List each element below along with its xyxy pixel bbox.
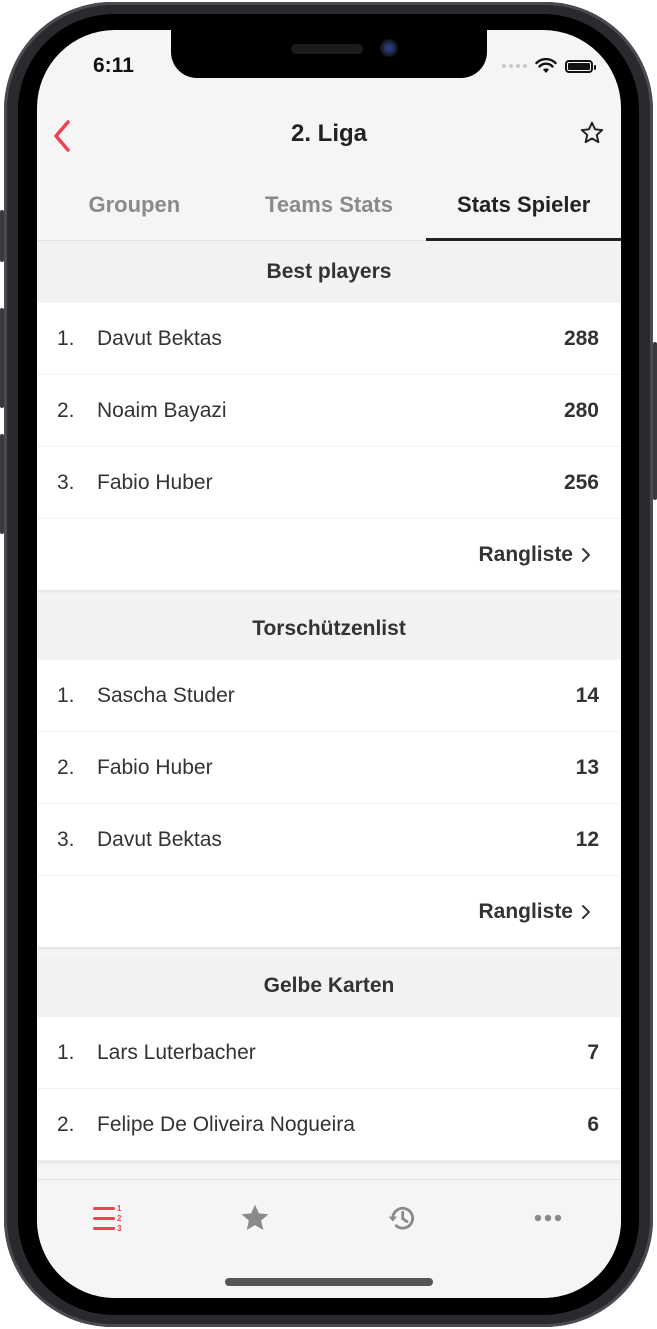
segment-tabs: Groupen Teams Stats Stats Spieler <box>37 180 621 241</box>
tab-teams-stats[interactable]: Teams Stats <box>232 180 427 240</box>
volume-up-button <box>0 308 4 408</box>
status-time: 6:11 <box>93 54 134 77</box>
player-name: Davut Bektas <box>97 326 222 350</box>
player-value: 6 <box>587 1112 599 1136</box>
list-item[interactable]: 1. Davut Bektas 288 <box>37 303 621 375</box>
rank: 3. <box>57 827 75 851</box>
rank: 1. <box>57 326 75 350</box>
section-best-players: Best players 1. Davut Bektas 288 2. Noai… <box>37 241 621 590</box>
list-item[interactable]: 2. Noaim Bayazi 280 <box>37 375 621 447</box>
tab-stats-spieler[interactable]: Stats Spieler <box>426 180 621 241</box>
star-outline-icon <box>580 121 604 144</box>
player-value: 256 <box>563 470 599 494</box>
rangliste-label: Rangliste <box>478 542 573 566</box>
list-item[interactable]: 3. Davut Bektas 12 <box>37 804 621 876</box>
section-header: Torschützenlist <box>37 598 621 660</box>
mute-switch <box>0 210 4 262</box>
svg-text:3: 3 <box>117 1224 122 1233</box>
player-name: Felipe De Oliveira Nogueira <box>97 1112 355 1136</box>
wifi-icon <box>535 58 557 73</box>
rank: 1. <box>57 683 75 707</box>
history-icon <box>388 1206 415 1230</box>
tab-groupen[interactable]: Groupen <box>37 180 232 240</box>
player-value: 7 <box>587 1040 599 1064</box>
home-indicator[interactable] <box>225 1278 433 1286</box>
camera <box>380 39 398 57</box>
volume-down-button <box>0 434 4 534</box>
tabbar-item-rankings[interactable]: 1 2 3 <box>89 1200 129 1236</box>
power-button <box>653 342 657 500</box>
rank: 2. <box>57 1112 75 1136</box>
section-header: Gelbe Karten <box>37 955 621 1017</box>
signal-icon <box>502 64 527 68</box>
rank: 1. <box>57 1040 75 1064</box>
ranking-list-icon: 1 2 3 <box>93 1204 122 1233</box>
rank: 2. <box>57 755 75 779</box>
list-item[interactable]: 2. Fabio Huber 13 <box>37 732 621 804</box>
favorite-button[interactable] <box>579 120 607 148</box>
notch <box>171 30 487 78</box>
rank: 3. <box>57 470 75 494</box>
player-name: Lars Luterbacher <box>97 1040 256 1064</box>
tabbar-item-more[interactable] <box>528 1200 568 1236</box>
player-name: Noaim Bayazi <box>97 398 227 422</box>
status-icons <box>502 58 596 74</box>
svg-text:2: 2 <box>117 1214 122 1223</box>
section-torschuetzenlist: Torschützenlist 1. Sascha Studer 14 2. F… <box>37 598 621 947</box>
rangliste-link[interactable]: Rangliste <box>37 876 621 947</box>
tabbar-item-favorites[interactable] <box>235 1200 275 1236</box>
section-header: Best players <box>37 241 621 303</box>
battery-icon <box>565 59 596 73</box>
speaker <box>291 44 363 54</box>
player-value: 13 <box>575 755 599 779</box>
player-name: Sascha Studer <box>97 683 235 707</box>
rank: 2. <box>57 398 75 422</box>
list-item[interactable]: 1. Sascha Studer 14 <box>37 660 621 732</box>
screen: 6:11 2. Liga Groupen Teams Stats Stats S… <box>37 30 621 1298</box>
rangliste-label: Rangliste <box>478 899 573 923</box>
player-name: Fabio Huber <box>97 755 213 779</box>
player-name: Fabio Huber <box>97 470 213 494</box>
page-title: 2. Liga <box>290 120 368 147</box>
rangliste-link[interactable]: Rangliste <box>37 519 621 590</box>
tabbar-item-history[interactable] <box>382 1200 422 1236</box>
player-value: 12 <box>575 827 599 851</box>
list-item[interactable]: 3. Fabio Huber 256 <box>37 447 621 519</box>
chevron-right-icon <box>582 904 590 919</box>
more-icon <box>534 1214 562 1222</box>
player-value: 280 <box>563 398 599 422</box>
player-name: Davut Bektas <box>97 827 222 851</box>
svg-text:1: 1 <box>117 1204 122 1213</box>
player-value: 14 <box>575 683 599 707</box>
star-icon <box>241 1204 269 1230</box>
list-item[interactable]: 2. Felipe De Oliveira Nogueira 6 <box>37 1089 621 1161</box>
navigation-bar: 2. Liga <box>37 100 621 170</box>
player-value: 288 <box>563 326 599 350</box>
list-item[interactable]: 1. Lars Luterbacher 7 <box>37 1017 621 1089</box>
chevron-right-icon <box>582 547 590 562</box>
section-gelbe-karten: Gelbe Karten 1. Lars Luterbacher 7 2. Fe… <box>37 955 621 1161</box>
stats-list[interactable]: Best players 1. Davut Bektas 288 2. Noai… <box>37 241 621 1179</box>
